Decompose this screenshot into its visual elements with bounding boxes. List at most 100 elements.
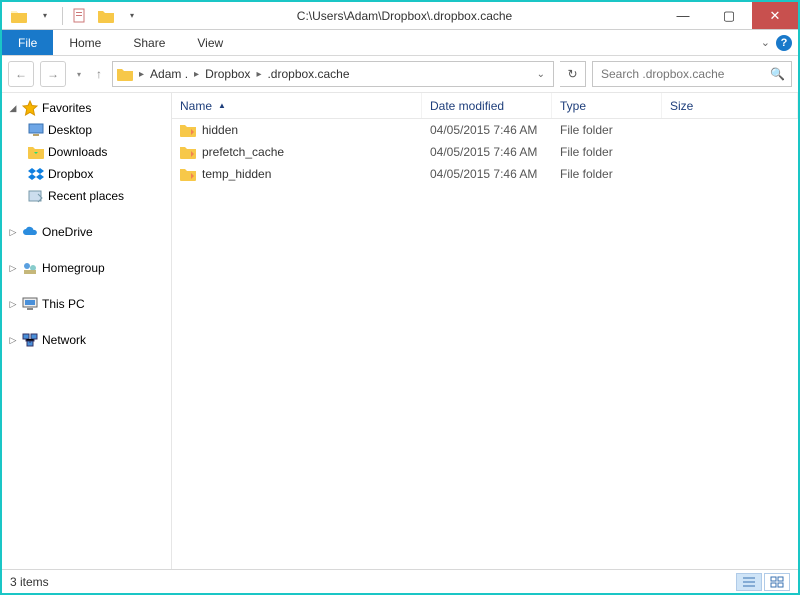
tab-home[interactable]: Home <box>53 30 117 55</box>
breadcrumb-segment[interactable]: .dropbox.cache <box>267 67 349 81</box>
view-large-icons-button[interactable] <box>764 573 790 591</box>
downloads-icon <box>28 144 44 160</box>
tree-item-downloads[interactable]: Downloads <box>2 141 171 163</box>
table-row[interactable]: hidden 04/05/2015 7:46 AMFile folder <box>172 119 798 141</box>
properties-icon[interactable] <box>69 5 91 27</box>
tree-item-network[interactable]: ▷ Network <box>2 329 171 351</box>
file-date: 04/05/2015 7:46 AM <box>422 123 552 137</box>
tab-view[interactable]: View <box>181 30 239 55</box>
refresh-button[interactable]: ↻ <box>560 61 586 87</box>
breadcrumb-segment[interactable]: Dropbox <box>205 67 250 81</box>
search-box[interactable]: 🔍 <box>592 61 792 87</box>
file-list: hidden04/05/2015 7:46 AMFile folderprefe… <box>172 119 798 569</box>
tree-group-favorites: ◢ Favorites Desktop Downloads <box>2 97 171 207</box>
file-type: File folder <box>552 167 662 181</box>
network-icon <box>22 332 38 348</box>
tree-label: Homegroup <box>42 261 105 275</box>
tree-label: Dropbox <box>48 167 93 181</box>
body: ◢ Favorites Desktop Downloads <box>2 92 798 569</box>
chevron-right-icon[interactable]: ▸ <box>135 69 148 80</box>
sort-ascending-icon: ▲ <box>218 101 226 110</box>
tree-item-this-pc[interactable]: ▷ This PC <box>2 293 171 315</box>
tree-item-desktop[interactable]: Desktop <box>2 119 171 141</box>
onedrive-icon <box>22 224 38 240</box>
search-icon[interactable]: 🔍 <box>770 67 785 81</box>
maximize-button[interactable]: ▢ <box>706 2 752 29</box>
file-name: temp_hidden <box>202 167 271 181</box>
tree-item-homegroup[interactable]: ▷ Homegroup <box>2 257 171 279</box>
tree-label: Network <box>42 333 86 347</box>
separator <box>62 7 63 25</box>
breadcrumb[interactable]: ▸ Adam . ▸ Dropbox ▸ .dropbox.cache ⌄ <box>112 61 554 87</box>
tree-label: Recent places <box>48 189 124 203</box>
tree-label: Downloads <box>48 145 107 159</box>
column-header-size[interactable]: Size <box>662 93 798 118</box>
breadcrumb-segment[interactable]: Adam . <box>150 67 188 81</box>
disclosure-triangle-icon[interactable]: ▷ <box>8 227 18 238</box>
file-name: hidden <box>202 123 238 137</box>
disclosure-triangle-icon[interactable]: ▷ <box>8 299 18 310</box>
file-list-pane: Name ▲ Date modified Type Size hidden 04/… <box>172 93 798 569</box>
tree-label: Desktop <box>48 123 92 137</box>
column-label: Name <box>180 99 212 113</box>
file-type: File folder <box>552 145 662 159</box>
homegroup-icon <box>22 260 38 276</box>
folder-icon <box>180 122 196 138</box>
column-header-name[interactable]: Name ▲ <box>172 93 422 118</box>
close-button[interactable]: ✕ <box>752 2 798 29</box>
qat-dropdown-icon[interactable]: ▾ <box>34 5 56 27</box>
disclosure-triangle-icon[interactable]: ◢ <box>8 103 18 114</box>
tree-item-onedrive[interactable]: ▷ OneDrive <box>2 221 171 243</box>
tree-label: Favorites <box>42 101 91 115</box>
chevron-right-icon[interactable]: ▸ <box>252 69 265 80</box>
new-folder-icon[interactable] <box>95 5 117 27</box>
recent-places-icon <box>28 188 44 204</box>
file-type: File folder <box>552 123 662 137</box>
file-date: 04/05/2015 7:46 AM <box>422 167 552 181</box>
back-button[interactable]: ← <box>8 61 34 87</box>
file-name: prefetch_cache <box>202 145 284 159</box>
column-header-date[interactable]: Date modified <box>422 93 552 118</box>
quick-access-toolbar: ▾ ▾ <box>2 2 149 29</box>
navigation-pane: ◢ Favorites Desktop Downloads <box>2 93 172 569</box>
disclosure-triangle-icon[interactable]: ▷ <box>8 335 18 346</box>
address-bar-row: ← → ▾ ↑ ▸ Adam . ▸ Dropbox ▸ .dropbox.ca… <box>2 56 798 92</box>
folder-icon <box>8 5 30 27</box>
tree-item-dropbox[interactable]: Dropbox <box>2 163 171 185</box>
star-icon <box>22 100 38 116</box>
disclosure-triangle-icon[interactable]: ▷ <box>8 263 18 274</box>
tab-share[interactable]: Share <box>117 30 181 55</box>
status-bar: 3 items <box>2 569 798 593</box>
tree-item-favorites[interactable]: ◢ Favorites <box>2 97 171 119</box>
status-item-count: 3 items <box>10 575 49 589</box>
folder-icon <box>180 144 196 160</box>
explorer-window: ▾ ▾ C:\Users\Adam\Dropbox\.dropbox.cache… <box>0 0 800 595</box>
tab-file[interactable]: File <box>2 30 53 55</box>
table-row[interactable]: temp_hidden 04/05/2015 7:46 AMFile folder <box>172 163 798 185</box>
column-label: Type <box>560 99 586 113</box>
this-pc-icon <box>22 296 38 312</box>
qat-overflow-icon[interactable]: ▾ <box>121 5 143 27</box>
minimize-button[interactable]: — <box>660 2 706 29</box>
tree-label: OneDrive <box>42 225 93 239</box>
desktop-icon <box>28 122 44 138</box>
column-label: Size <box>670 99 693 113</box>
address-dropdown-icon[interactable]: ⌄ <box>533 69 549 80</box>
dropbox-icon <box>28 166 44 182</box>
tree-item-recent-places[interactable]: Recent places <box>2 185 171 207</box>
table-row[interactable]: prefetch_cache04/05/2015 7:46 AMFile fol… <box>172 141 798 163</box>
title-bar: ▾ ▾ C:\Users\Adam\Dropbox\.dropbox.cache… <box>2 2 798 30</box>
folder-icon <box>180 166 196 182</box>
window-controls: — ▢ ✕ <box>660 2 798 29</box>
help-icon[interactable]: ? <box>776 35 792 51</box>
column-header-type[interactable]: Type <box>552 93 662 118</box>
column-headers: Name ▲ Date modified Type Size <box>172 93 798 119</box>
view-details-button[interactable] <box>736 573 762 591</box>
recent-locations-icon[interactable]: ▾ <box>72 61 86 87</box>
ribbon-expand-icon[interactable]: ⌄ <box>761 36 770 49</box>
search-input[interactable] <box>599 66 770 82</box>
up-button[interactable]: ↑ <box>92 61 106 87</box>
chevron-right-icon[interactable]: ▸ <box>190 69 203 80</box>
window-title: C:\Users\Adam\Dropbox\.dropbox.cache <box>149 2 660 29</box>
forward-button[interactable]: → <box>40 61 66 87</box>
